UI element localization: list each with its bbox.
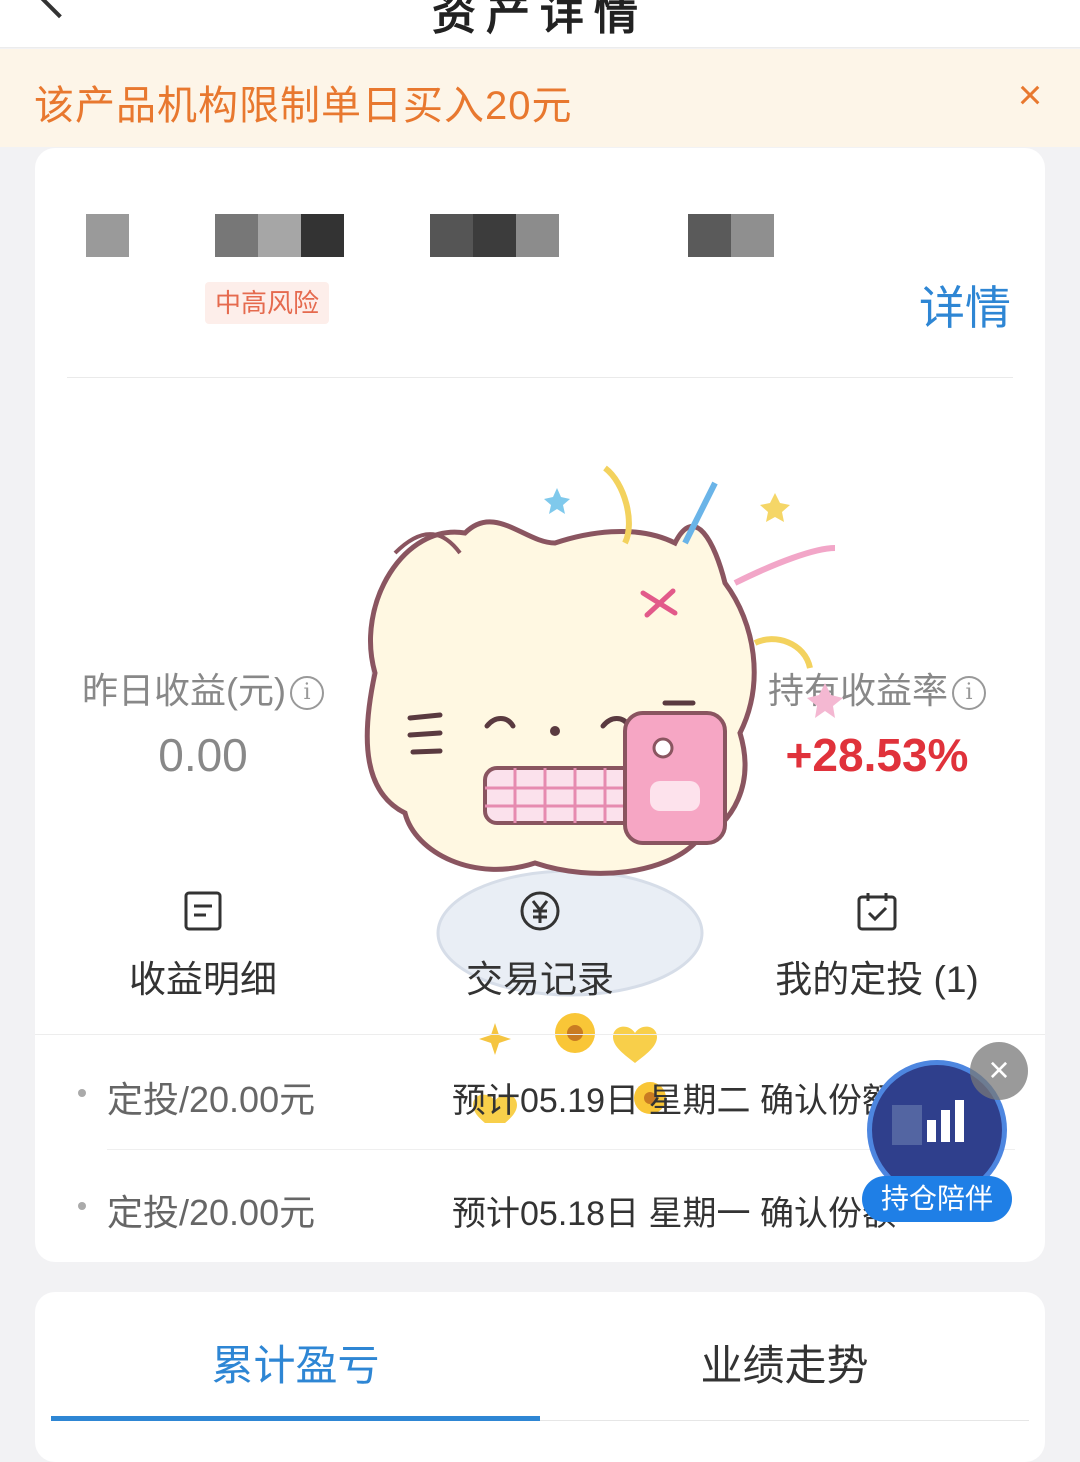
page-title: 资产详情 [432, 0, 648, 39]
info-icon[interactable]: i [289, 676, 324, 710]
performance-tabs-card: 累计盈亏 业绩走势 [35, 1292, 1045, 1462]
yesterday-earnings-label: 昨日收益(元) [82, 670, 286, 711]
plan-description: 预计05.18日 星期一 确认份额 [452, 1195, 896, 1233]
transaction-record-label: 交易记录 [466, 959, 614, 1000]
document-icon [184, 891, 222, 931]
blurred-product-name-part [215, 214, 344, 257]
calendar-check-icon [857, 893, 897, 931]
close-icon[interactable]: × [1012, 74, 1048, 116]
bullet-icon [78, 1089, 86, 1097]
divider [35, 1034, 1045, 1035]
risk-level-badge: 中高风险 [205, 282, 330, 324]
info-icon[interactable]: i [952, 676, 986, 710]
tab-performance-trend[interactable]: 业绩走势 [540, 1332, 1029, 1393]
blurred-product-name-part [86, 214, 129, 257]
blurred-product-name-part [430, 214, 559, 257]
limit-notice-banner: 该产品机构限制单日买入20元 × [0, 49, 1080, 147]
my-auto-invest-label: 我的定投 (1) [775, 959, 979, 1000]
divider [540, 1420, 1029, 1421]
cat-sticker-decoration [364, 465, 843, 1123]
close-icon[interactable]: × [970, 1042, 1028, 1100]
holding-companion-label: 持仓陪伴 [862, 1176, 1012, 1222]
earnings-detail-button[interactable]: 收益明细 [53, 890, 353, 1003]
active-tab-indicator [51, 1416, 540, 1421]
divider [67, 377, 1013, 378]
plan-description: 预计05.19日 星期二 确认份额 [452, 1082, 896, 1120]
blurred-product-name-part [688, 214, 774, 257]
yesterday-earnings-value: 0.00 [158, 729, 248, 781]
detail-link[interactable]: 详情 [919, 272, 1011, 338]
transaction-record-button[interactable]: 交易记录 [390, 890, 690, 1003]
my-auto-invest-button[interactable]: 我的定投 (1) [727, 890, 1027, 1003]
yesterday-earnings: 昨日收益(元) i 0.00 [73, 662, 333, 782]
yuan-coin-icon [520, 891, 560, 931]
notice-text: 该产品机构限制单日买入20元 [34, 84, 573, 128]
top-nav-bar: 资产详情 [0, 0, 1080, 48]
plan-name: 定投/20.00元 [107, 1079, 316, 1120]
tab-cumulative-pnl[interactable]: 累计盈亏 [51, 1332, 540, 1393]
plan-name: 定投/20.00元 [107, 1192, 316, 1233]
bullet-icon [78, 1202, 86, 1210]
earnings-detail-label: 收益明细 [129, 959, 277, 1000]
